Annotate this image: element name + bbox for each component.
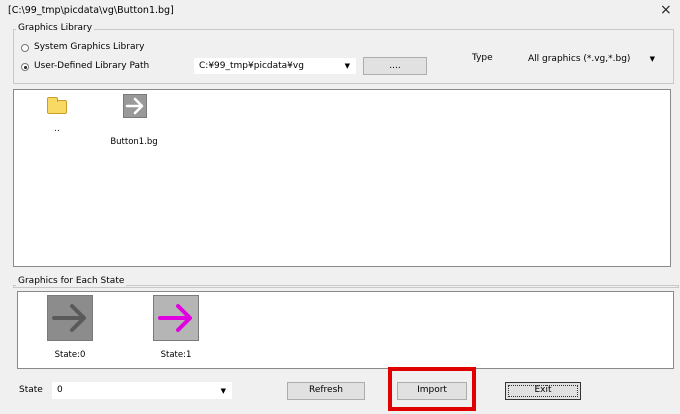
type-label: Type xyxy=(472,53,493,63)
state-value: 0 xyxy=(57,385,63,395)
states-panel: State:0 State:1 xyxy=(17,291,674,369)
states-legend: Graphics for Each State xyxy=(16,276,127,286)
file-label: .. xyxy=(54,124,60,134)
window-title: [C:\99_tmp\picdata\vg\Button1.bg] xyxy=(8,5,174,16)
arrow-right-icon xyxy=(153,295,199,341)
browse-button[interactable]: .... xyxy=(363,57,427,75)
chevron-down-icon: ▼ xyxy=(220,387,226,395)
library-path-value: C:¥99_tmp¥picdata¥vg xyxy=(199,61,304,71)
state-label: State:1 xyxy=(160,350,192,360)
import-button[interactable]: Import xyxy=(397,382,467,400)
user-library-radio[interactable] xyxy=(21,63,29,71)
file-label: Button1.bg xyxy=(110,137,158,147)
type-combo[interactable]: All graphics (*.vg,*.bg) ▼ xyxy=(523,50,663,68)
chevron-down-icon: ▼ xyxy=(649,55,655,63)
list-item[interactable]: Button1.bg xyxy=(109,94,159,147)
list-item[interactable]: .. xyxy=(32,94,82,140)
arrow-right-icon xyxy=(47,295,93,341)
user-library-label[interactable]: User-Defined Library Path xyxy=(34,61,149,71)
arrow-right-icon xyxy=(123,94,147,118)
type-value: All graphics (*.vg,*.bg) xyxy=(528,54,631,64)
close-button[interactable]: × xyxy=(660,2,672,18)
file-list-panel[interactable]: .. Button1.bg xyxy=(13,89,671,267)
system-library-radio[interactable] xyxy=(21,44,29,52)
state-item[interactable]: State:0 xyxy=(45,295,95,365)
chevron-down-icon: ▼ xyxy=(344,62,350,70)
state-item[interactable]: State:1 xyxy=(151,295,201,365)
folder-icon xyxy=(47,97,67,114)
library-path-combo[interactable]: C:¥99_tmp¥picdata¥vg ▼ xyxy=(194,58,356,74)
exit-button[interactable]: Exit xyxy=(505,382,581,400)
graphics-library-legend: Graphics Library xyxy=(16,23,95,33)
state-combo[interactable]: 0 ▼ xyxy=(52,382,232,399)
system-library-label[interactable]: System Graphics Library xyxy=(34,42,145,52)
refresh-button[interactable]: Refresh xyxy=(287,382,365,400)
state-label: State xyxy=(19,385,43,395)
state-label: State:0 xyxy=(54,350,86,360)
